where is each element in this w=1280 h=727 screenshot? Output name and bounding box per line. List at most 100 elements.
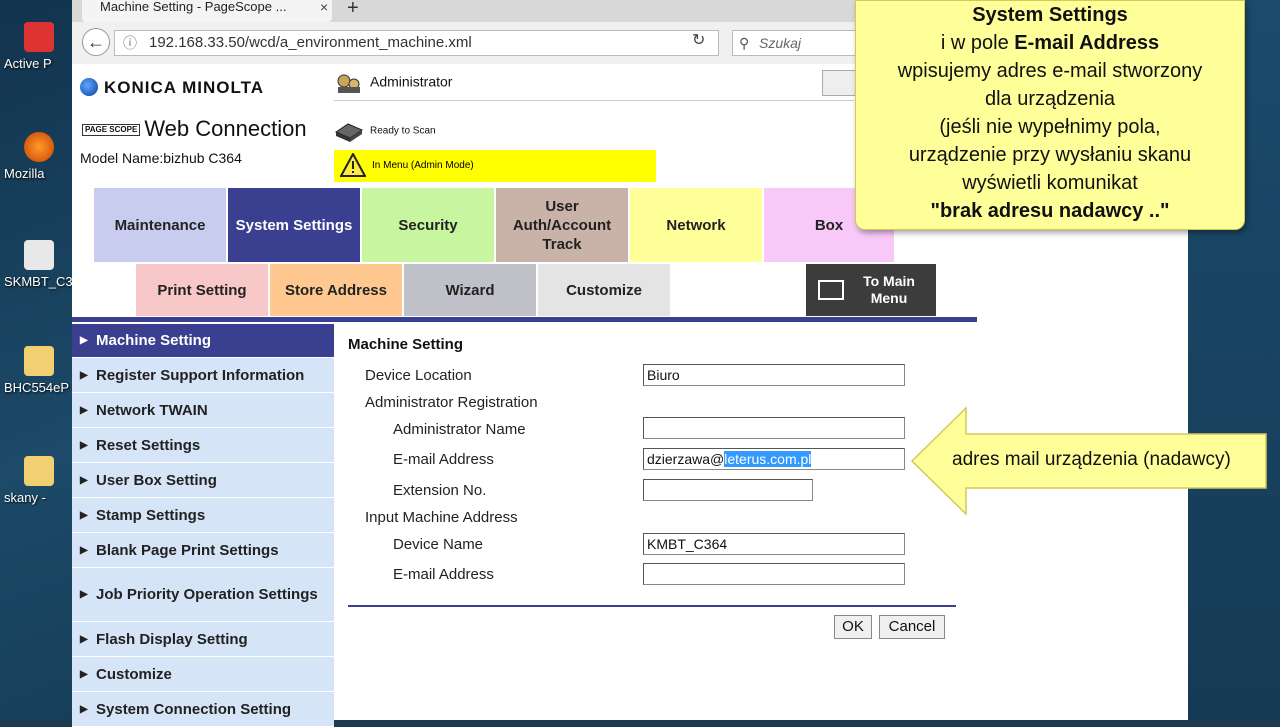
address-bar[interactable]: ⓘ 192.168.33.50/wcd/a_environment_machin… [114, 30, 719, 56]
arrow-callout: adres mail urządzenia (nadawcy) [910, 406, 1270, 516]
konica-minolta-logo: KONICA MINOLTA [80, 78, 264, 98]
desktop-icon-label: Active P [4, 56, 52, 71]
callout-line-4: dla urządzenia [984, 88, 1116, 110]
warning-icon [339, 152, 367, 178]
menu-item-machine-setting[interactable]: ▶ Machine Setting [72, 324, 334, 358]
tab-system-settings[interactable]: System Settings [228, 188, 362, 262]
callout-line-6: urządzenie przy wysłaniu skanu [908, 144, 1192, 166]
info-icon[interactable]: ⓘ [123, 31, 137, 55]
scanner-icon [334, 120, 364, 142]
desktop-icon-label: SKMBT_C3 [4, 274, 73, 289]
menu-item-label: Machine Setting [96, 332, 212, 349]
left-menu: ▶ Machine Setting ▶ Register Support Infor… [72, 324, 334, 727]
to-main-menu-button[interactable]: To Main Menu [806, 264, 938, 316]
tab-store-address[interactable]: Store Address [270, 264, 404, 316]
email-address-input[interactable]: dzierzawa@leterus.com.pl [643, 448, 905, 470]
scan-status-text: Ready to Scan [370, 125, 436, 137]
email-typed-text: dzierzawa@ [647, 451, 725, 467]
desktop-icon-label: BHC554eP [4, 380, 70, 395]
arrow-callout-text: adres mail urządzenia (nadawcy) [952, 449, 1231, 470]
menu-item-blank-page[interactable]: ▶ Blank Page Print Settings [72, 533, 334, 568]
menu-item-reset-settings[interactable]: ▶ Reset Settings [72, 428, 334, 463]
menu-item-customize[interactable]: ▶ Customize [72, 657, 334, 692]
tab-print-setting[interactable]: Print Setting [136, 264, 270, 316]
menu-item-label: Register Support Information [96, 366, 305, 384]
menu-item-register-support[interactable]: ▶ Register Support Information [72, 358, 334, 393]
email-address-label: E-mail Address [393, 451, 494, 468]
extension-label: Extension No. [393, 482, 487, 499]
cancel-button[interactable]: Cancel [879, 615, 945, 639]
tab-title: Machine Setting - PageScope ... [100, 0, 287, 14]
menu-item-label: Stamp Settings [96, 506, 206, 524]
device-name-label: Device Name [393, 536, 484, 553]
menu-item-user-box[interactable]: ▶ User Box Setting [72, 463, 334, 498]
desktop-icon-skany[interactable]: skany - [4, 456, 72, 505]
menu-item-label: Reset Settings [96, 436, 201, 454]
reload-icon[interactable]: ↻ [692, 30, 705, 50]
callout-line-1: System Settings [972, 4, 1128, 26]
menu-item-label: Blank Page Print Settings [96, 541, 279, 559]
input-machine-address-label: Input Machine Address [365, 509, 518, 526]
brand-text: KONICA MINOLTA [104, 78, 265, 97]
callout-line-5: (jeśli nie wypełnimy pola, [939, 116, 1161, 138]
menu-item-flash-display[interactable]: ▶ Flash Display Setting [72, 622, 334, 657]
model-name: Model Name:bizhub C364 [80, 150, 242, 166]
menu-item-label: Network TWAIN [96, 401, 208, 419]
main-menu-icon [818, 280, 844, 300]
tab-security[interactable]: Security [362, 188, 496, 262]
desktop-icon-skmbt[interactable]: SKMBT_C3 [4, 240, 73, 289]
close-icon[interactable]: × [320, 0, 328, 14]
admin-name-input[interactable] [643, 417, 905, 439]
firefox-icon [24, 132, 54, 162]
desktop-icon-mozilla[interactable]: Mozilla [4, 132, 72, 181]
arrow-right-icon: ▶ [80, 439, 88, 451]
ok-button[interactable]: OK [834, 615, 872, 639]
web-connection-logo: PAGE SCOPE Web Connection [82, 116, 307, 142]
desktop-icon-label: skany - [4, 490, 46, 505]
arrow-right-icon: ▶ [80, 589, 88, 600]
tab-customize[interactable]: Customize [538, 264, 672, 316]
callout-line-8: "brak adresu nadawcy .." [930, 200, 1170, 222]
device-name-input[interactable]: KMBT_C364 [643, 533, 905, 555]
device-location-input[interactable]: Biuro [643, 364, 905, 386]
desktop-icon-bhc[interactable]: BHC554eP [4, 346, 72, 395]
mode-status-text: In Menu (Admin Mode) [372, 160, 474, 171]
machine-setting-form: Machine Setting Device Location Biuro Ad… [334, 324, 984, 720]
email-selected-text: leterus.com.pl [724, 451, 812, 467]
folder-icon [24, 456, 54, 486]
tab-wizard[interactable]: Wizard [404, 264, 538, 316]
search-placeholder: Szukaj [759, 35, 802, 51]
menu-item-network-twain[interactable]: ▶ Network TWAIN [72, 393, 334, 428]
arrow-right-icon: ▶ [80, 404, 88, 416]
arrow-right-icon: ▶ [80, 369, 88, 381]
back-button[interactable]: ← [82, 28, 110, 56]
machine-email-input[interactable] [643, 563, 905, 585]
main-tab-row: Maintenance System Settings Security Use… [94, 188, 896, 262]
menu-item-label: System Connection Setting [96, 700, 292, 718]
administrator-icon [334, 72, 364, 94]
arrow-right-icon: ▶ [80, 633, 88, 645]
tab-user-auth[interactable]: User Auth/Account Track [496, 188, 630, 262]
menu-item-label: Flash Display Setting [96, 630, 248, 648]
search-icon: ⚲ [739, 35, 750, 51]
form-divider [348, 605, 956, 607]
tab-network[interactable]: Network [630, 188, 764, 262]
admin-name-label: Administrator Name [393, 421, 526, 438]
desktop-icon-active[interactable]: Active P [4, 22, 72, 71]
tab-maintenance[interactable]: Maintenance [94, 188, 228, 262]
file-icon [24, 240, 54, 270]
scan-status: Ready to Scan [334, 120, 436, 142]
header-divider [72, 317, 977, 322]
desktop-icon-label: Mozilla [4, 166, 45, 181]
browser-tab[interactable]: Machine Setting - PageScope ... × [82, 0, 332, 22]
menu-item-label: Customize [96, 665, 172, 683]
extension-input[interactable] [643, 479, 813, 501]
menu-item-stamp-settings[interactable]: ▶ Stamp Settings [72, 498, 334, 533]
menu-item-job-priority[interactable]: ▶ Job Priority Operation Settings [72, 568, 334, 622]
instruction-callout: System Settings i w pole E-mail Address … [855, 0, 1245, 230]
product-name: Web Connection [144, 116, 307, 141]
menu-item-system-connection[interactable]: ▶ System Connection Setting [72, 692, 334, 727]
mode-status-bar: In Menu (Admin Mode) [334, 150, 656, 182]
arrow-right-icon: ▶ [80, 544, 88, 556]
new-tab-button[interactable]: + [347, 0, 359, 20]
